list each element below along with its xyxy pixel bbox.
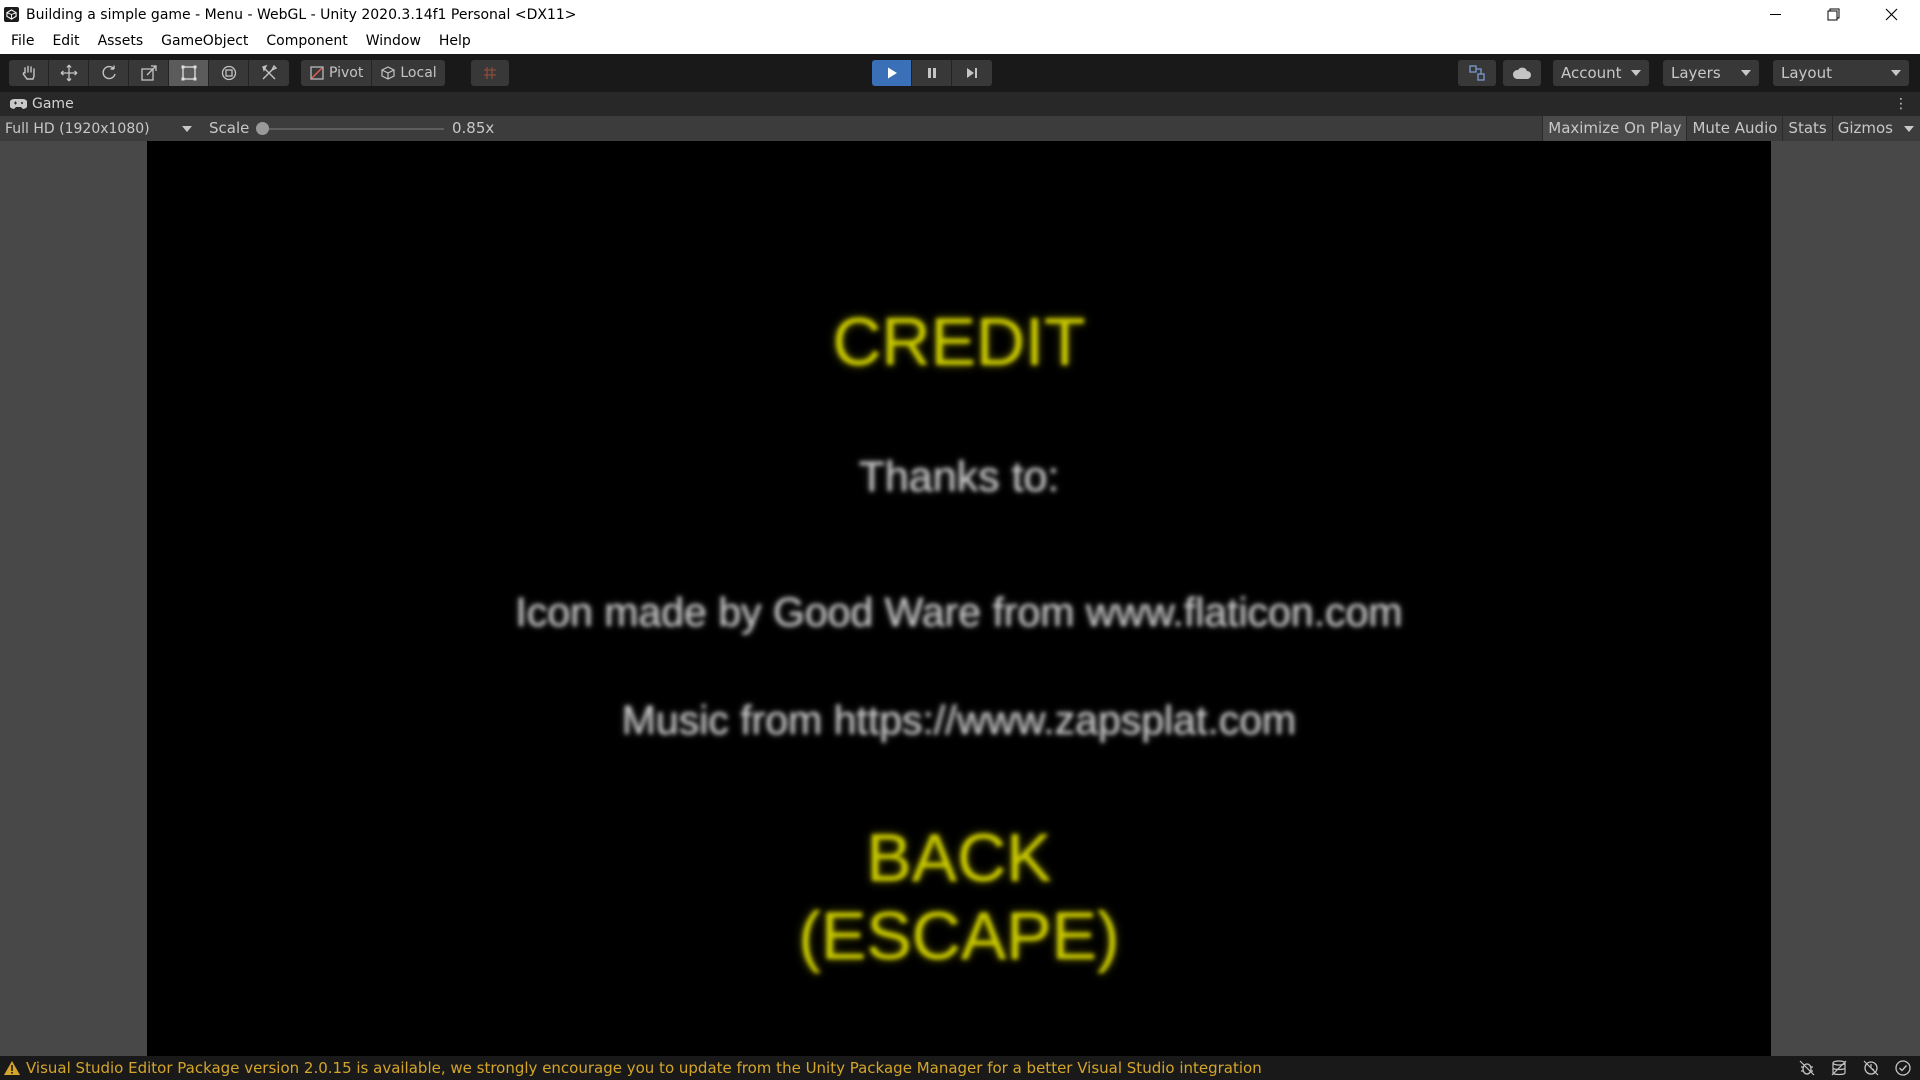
playback-controls bbox=[872, 60, 992, 86]
collab-button[interactable] bbox=[1458, 60, 1496, 86]
collab-icon bbox=[1469, 65, 1485, 81]
step-button[interactable] bbox=[952, 60, 992, 86]
cache-server-icon[interactable] bbox=[1830, 1059, 1848, 1077]
scale-value: 0.85x bbox=[452, 119, 495, 137]
more-options-icon[interactable]: ⋮ bbox=[1894, 96, 1908, 112]
account-label: Account bbox=[1561, 64, 1622, 82]
local-cube-icon bbox=[381, 66, 395, 80]
warning-icon bbox=[4, 1061, 20, 1075]
tab-game[interactable]: Game bbox=[0, 96, 74, 112]
hand-tool-icon bbox=[22, 65, 35, 80]
scale-slider-thumb[interactable] bbox=[256, 122, 269, 135]
close-button[interactable] bbox=[1862, 0, 1920, 29]
pivot-button[interactable]: Pivot bbox=[301, 60, 373, 86]
transform-tools bbox=[9, 60, 289, 86]
credit-title: CREDIT bbox=[832, 304, 1086, 380]
custom-tool-icon bbox=[262, 64, 278, 80]
cloud-icon bbox=[1512, 67, 1531, 79]
game-screen[interactable]: CREDIT Thanks to: Icon made by Good Ware… bbox=[147, 141, 1771, 1056]
title-bar: Building a simple game - Menu - WebGL - … bbox=[0, 0, 1920, 29]
restore-button[interactable] bbox=[1804, 0, 1862, 29]
main-toolbar: Pivot Local Account Layers Layout bbox=[0, 54, 1920, 92]
custom-tool-button[interactable] bbox=[249, 60, 289, 86]
back-label: BACK bbox=[866, 820, 1052, 896]
rotate-tool-button[interactable] bbox=[89, 60, 129, 86]
rotate-tool-icon bbox=[102, 65, 116, 80]
rect-tool-button[interactable] bbox=[169, 60, 209, 86]
chevron-down-icon bbox=[182, 125, 192, 132]
game-view-toolbar: Full HD (1920x1080) Scale 0.85x Maximize… bbox=[0, 116, 1920, 141]
pivot-icon bbox=[310, 66, 324, 80]
menu-bar: File Edit Assets GameObject Component Wi… bbox=[0, 29, 1920, 54]
gamepad-icon bbox=[10, 99, 27, 109]
menu-assets[interactable]: Assets bbox=[89, 29, 153, 54]
play-button[interactable] bbox=[872, 60, 912, 86]
icon-credit-text: Icon made by Good Ware from www.flaticon… bbox=[515, 589, 1403, 635]
game-viewport: CREDIT Thanks to: Icon made by Good Ware… bbox=[0, 141, 1920, 1056]
stats-toggle[interactable]: Stats bbox=[1782, 116, 1831, 141]
game-tab-bar: Game ⋮ bbox=[0, 92, 1920, 116]
grid-snap-icon bbox=[484, 67, 496, 79]
back-hint: (ESCAPE) bbox=[798, 898, 1120, 974]
back-button[interactable]: BACK (ESCAPE) bbox=[147, 819, 1771, 975]
menu-gameobject[interactable]: GameObject bbox=[152, 29, 257, 54]
scale-label: Scale bbox=[209, 119, 250, 137]
menu-help[interactable]: Help bbox=[430, 29, 480, 54]
status-bar: Visual Studio Editor Package version 2.0… bbox=[0, 1056, 1920, 1080]
close-icon bbox=[1885, 8, 1897, 21]
layers-dropdown[interactable]: Layers bbox=[1663, 60, 1759, 86]
hand-tool-button[interactable] bbox=[9, 60, 49, 86]
scale-tool-button[interactable] bbox=[129, 60, 169, 86]
cloud-button[interactable] bbox=[1503, 60, 1541, 86]
thanks-heading: Thanks to: bbox=[858, 453, 1060, 501]
minimize-button[interactable] bbox=[1746, 0, 1804, 29]
transform-tool-button[interactable] bbox=[209, 60, 249, 86]
gizmos-toggle[interactable]: Gizmos bbox=[1831, 116, 1898, 141]
resolution-label: Full HD (1920x1080) bbox=[5, 120, 150, 137]
local-label: Local bbox=[400, 65, 437, 81]
chevron-down-icon bbox=[1904, 125, 1914, 132]
menu-file[interactable]: File bbox=[2, 29, 43, 54]
pause-icon bbox=[927, 68, 936, 78]
progress-check-icon[interactable] bbox=[1894, 1059, 1912, 1077]
chevron-down-icon bbox=[1891, 70, 1901, 76]
pivot-label: Pivot bbox=[329, 65, 364, 81]
tab-game-label: Game bbox=[32, 96, 74, 112]
step-icon bbox=[967, 68, 977, 78]
move-tool-button[interactable] bbox=[49, 60, 89, 86]
chevron-down-icon bbox=[1631, 70, 1641, 76]
menu-window[interactable]: Window bbox=[357, 29, 430, 54]
minimize-icon bbox=[1769, 14, 1781, 15]
pivot-local-group: Pivot Local bbox=[301, 60, 445, 86]
transform-tool-icon bbox=[221, 65, 236, 81]
gizmos-dropdown[interactable] bbox=[1898, 116, 1920, 141]
menu-component[interactable]: Component bbox=[257, 29, 356, 54]
debug-icon[interactable] bbox=[1798, 1059, 1816, 1077]
rect-tool-icon bbox=[181, 65, 196, 81]
maximize-on-play-toggle[interactable]: Maximize On Play bbox=[1542, 116, 1687, 141]
resolution-dropdown[interactable]: Full HD (1920x1080) bbox=[0, 116, 198, 141]
account-dropdown[interactable]: Account bbox=[1553, 60, 1649, 86]
layout-dropdown[interactable]: Layout bbox=[1773, 60, 1909, 86]
local-button[interactable]: Local bbox=[372, 60, 444, 86]
unity-icon bbox=[4, 7, 19, 22]
pause-button[interactable] bbox=[912, 60, 952, 86]
status-message[interactable]: Visual Studio Editor Package version 2.0… bbox=[26, 1059, 1262, 1077]
music-credit-text: Music from https://www.zapsplat.com bbox=[621, 697, 1297, 743]
scale-tool-icon bbox=[140, 65, 157, 81]
restore-icon bbox=[1827, 8, 1839, 21]
move-tool-icon bbox=[60, 64, 77, 82]
play-icon bbox=[887, 67, 897, 79]
auto-generate-lighting-icon[interactable] bbox=[1862, 1059, 1880, 1077]
window-title: Building a simple game - Menu - WebGL - … bbox=[26, 6, 577, 23]
grid-snap-button[interactable] bbox=[471, 60, 509, 86]
chevron-down-icon bbox=[1741, 70, 1751, 76]
mute-audio-toggle[interactable]: Mute Audio bbox=[1686, 116, 1782, 141]
layers-label: Layers bbox=[1671, 64, 1721, 82]
menu-edit[interactable]: Edit bbox=[43, 29, 88, 54]
layout-label: Layout bbox=[1781, 64, 1832, 82]
scale-slider-track[interactable] bbox=[262, 128, 444, 130]
